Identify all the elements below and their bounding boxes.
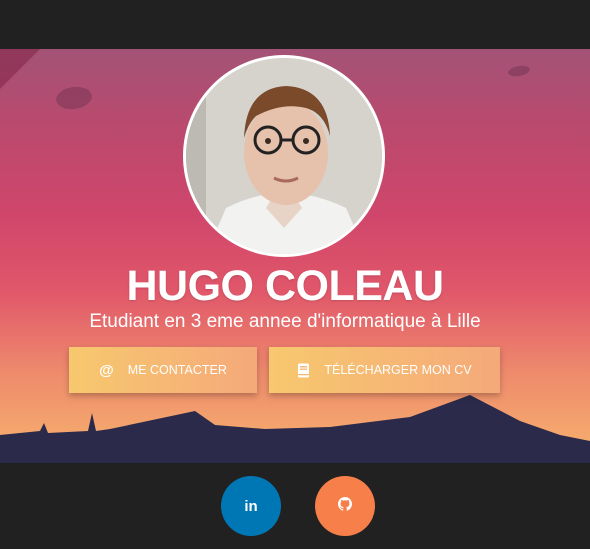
- linkedin-icon: in: [244, 497, 258, 515]
- contact-button[interactable]: @ ME CONTACTER: [69, 347, 257, 393]
- github-button[interactable]: [315, 476, 375, 536]
- top-bar: [0, 0, 590, 49]
- avatar: [186, 58, 382, 254]
- profile-name: HUGO COLEAU: [126, 262, 445, 310]
- download-cv-button-label: TÉLÉCHARGER MON CV: [324, 363, 472, 377]
- book-icon: [297, 363, 310, 378]
- profile-subtitle: Etudiant en 3 eme annee d'informatique à…: [89, 311, 481, 332]
- at-icon: @: [99, 361, 114, 379]
- github-icon: [338, 497, 352, 515]
- download-cv-button[interactable]: TÉLÉCHARGER MON CV: [269, 347, 500, 393]
- crater-decoration: [54, 84, 94, 112]
- crater-decoration: [507, 64, 531, 78]
- profile-photo: [186, 58, 382, 254]
- linkedin-button[interactable]: in: [221, 476, 281, 536]
- corner-shape: [0, 49, 40, 89]
- contact-button-label: ME CONTACTER: [127, 363, 227, 377]
